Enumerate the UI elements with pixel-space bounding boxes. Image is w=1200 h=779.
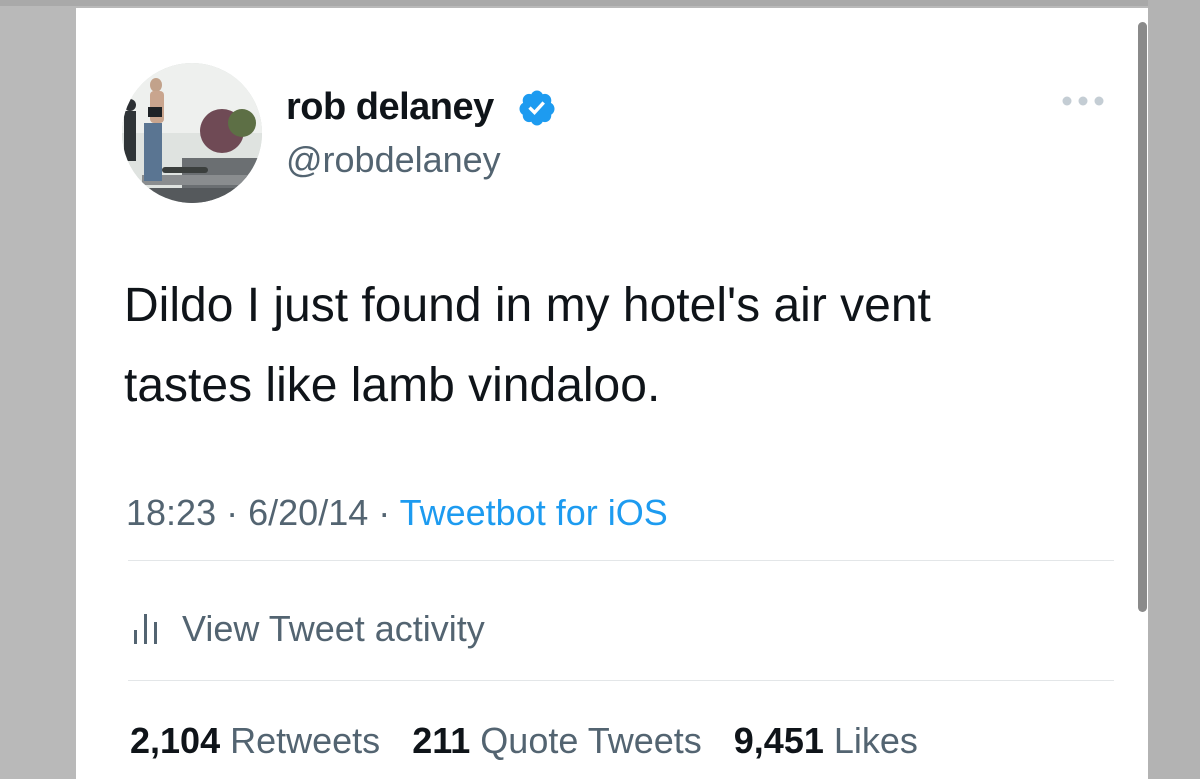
author-display-name[interactable]: rob delaney bbox=[286, 86, 494, 129]
tweet-source-link[interactable]: Tweetbot for iOS bbox=[400, 492, 668, 533]
view-tweet-activity-button[interactable]: View Tweet activity bbox=[132, 608, 485, 650]
tweet-text: Dildo I just found in my hotel's air ven… bbox=[124, 266, 1134, 426]
retweets-stat[interactable]: 2,104 Retweets bbox=[130, 720, 380, 761]
meta-separator: · bbox=[378, 492, 391, 533]
avatar[interactable] bbox=[122, 63, 262, 203]
tweet-text-line: tastes like lamb vindaloo. bbox=[124, 359, 661, 412]
likes-stat[interactable]: 9,451 Likes bbox=[734, 720, 918, 761]
bar-chart-icon bbox=[134, 614, 157, 644]
scrollbar[interactable] bbox=[1138, 22, 1147, 612]
quote-tweets-count: 211 bbox=[412, 720, 471, 761]
retweets-label: Retweets bbox=[230, 720, 381, 761]
likes-label: Likes bbox=[833, 720, 918, 761]
divider bbox=[128, 560, 1114, 561]
screen-frame-right bbox=[1148, 0, 1200, 779]
tweet-time[interactable]: 18:23 bbox=[126, 492, 216, 533]
tweet-card: rob delaney @robdelaney Dildo I just fou… bbox=[76, 8, 1148, 779]
tweet-stats: 2,104 Retweets 211 Quote Tweets 9,451 Li… bbox=[130, 720, 940, 762]
tweet-meta: 18:23 · 6/20/14 · Tweetbot for iOS bbox=[126, 492, 668, 534]
retweets-count: 2,104 bbox=[130, 720, 221, 761]
quote-tweets-stat[interactable]: 211 Quote Tweets bbox=[412, 720, 702, 761]
view-tweet-activity-label: View Tweet activity bbox=[182, 608, 485, 649]
divider bbox=[128, 680, 1114, 681]
meta-separator: · bbox=[226, 492, 239, 533]
tweet-date[interactable]: 6/20/14 bbox=[248, 492, 368, 533]
verified-badge-icon bbox=[519, 90, 555, 126]
likes-count: 9,451 bbox=[733, 720, 824, 761]
more-options-icon[interactable] bbox=[1060, 92, 1106, 110]
author-handle[interactable]: @robdelaney bbox=[286, 139, 501, 181]
tweet-text-line: Dildo I just found in my hotel's air ven… bbox=[124, 279, 931, 332]
screen-frame-top bbox=[0, 0, 1200, 6]
quote-tweets-label: Quote Tweets bbox=[480, 720, 702, 761]
avatar-photo-icon bbox=[122, 63, 262, 203]
